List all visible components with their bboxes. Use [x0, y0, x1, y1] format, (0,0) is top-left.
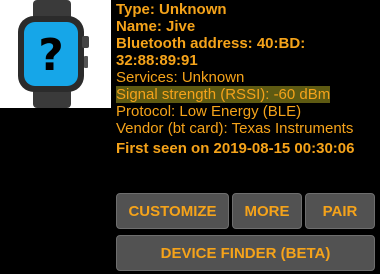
vendor: Vendor (bt card): Texas Instruments	[116, 120, 354, 137]
pair-button[interactable]: PAIR	[305, 193, 375, 229]
device-info: Type: Unknown Name: Jive Bluetooth addre…	[116, 1, 378, 157]
device-type: Type: Unknown	[116, 1, 227, 18]
device-name: Name: Jive	[116, 18, 196, 35]
device-thumbnail: ?	[0, 0, 111, 108]
bluetooth-address: Bluetooth address: 40:BD: 32:88:89:91	[116, 35, 306, 69]
question-mark: ?	[38, 30, 64, 81]
smartwatch-unknown-icon: ?	[18, 0, 89, 108]
first-seen: First seen on 2019-08-15 00:30:06	[116, 140, 355, 157]
signal-strength: Signal strength (RSSI): -60 dBm	[116, 86, 331, 103]
device-finder-button[interactable]: DEVICE FINDER (BETA)	[116, 235, 375, 271]
protocol: Protocol: Low Energy (BLE)	[116, 103, 302, 120]
more-button[interactable]: MORE	[232, 193, 302, 229]
services: Services: Unknown	[116, 69, 245, 86]
customize-button[interactable]: CUSTOMIZE	[116, 193, 229, 229]
